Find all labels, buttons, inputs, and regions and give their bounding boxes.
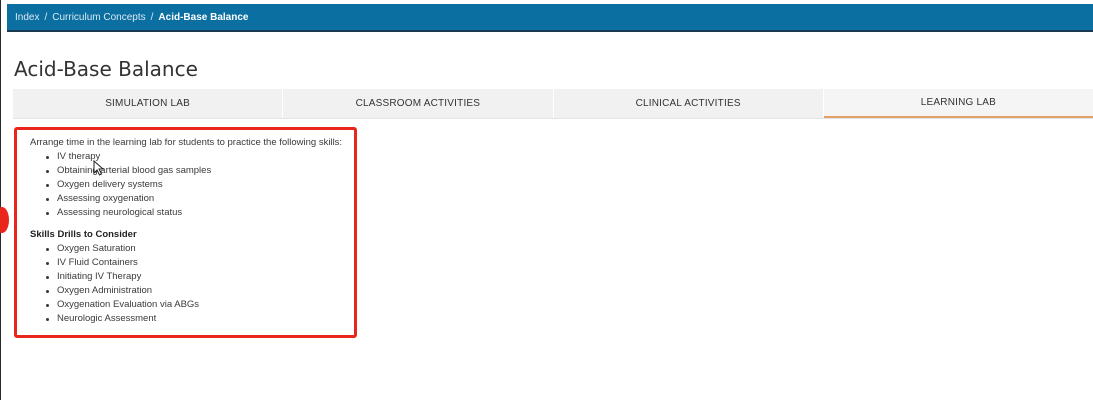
tab-classroom-activities[interactable]: CLASSROOM ACTIVITIES <box>283 89 554 118</box>
list-item: Assessing oxygenation <box>46 192 354 206</box>
list-item: Assessing neurological status <box>46 206 354 220</box>
list-item: Neurologic Assessment <box>46 312 354 326</box>
tab-learning-lab[interactable]: LEARNING LAB <box>823 89 1093 118</box>
breadcrumb-current: Acid-Base Balance <box>158 11 249 23</box>
drills-heading: Skills Drills to Consider <box>30 229 137 240</box>
list-item: Oxygen Administration <box>46 284 354 298</box>
intro-text: Arrange time in the learning lab for stu… <box>30 137 343 148</box>
breadcrumb: Index / Curriculum Concepts / Acid-Base … <box>7 4 1093 32</box>
breadcrumb-index[interactable]: Index <box>15 12 39 23</box>
page: Index / Curriculum Concepts / Acid-Base … <box>0 0 1093 400</box>
drills-list: Oxygen Saturation IV Fluid Containers In… <box>30 242 354 326</box>
learning-lab-content: Arrange time in the learning lab for stu… <box>14 127 357 338</box>
list-item: Oxygen delivery systems <box>46 178 354 192</box>
tab-simulation-lab[interactable]: SIMULATION LAB <box>13 89 284 118</box>
page-title: Acid-Base Balance <box>14 57 198 81</box>
list-item: Initiating IV Therapy <box>46 270 354 284</box>
list-item: Oxygen Saturation <box>46 242 354 256</box>
tab-clinical-activities[interactable]: CLINICAL ACTIVITIES <box>554 89 824 118</box>
breadcrumb-curriculum-concepts[interactable]: Curriculum Concepts <box>52 12 145 23</box>
list-item: IV Fluid Containers <box>46 256 354 270</box>
tab-bar: SIMULATION LAB CLASSROOM ACTIVITIES CLIN… <box>13 89 1093 119</box>
skills-list: IV therapy Obtaining arterial blood gas … <box>30 150 354 220</box>
mouse-pointer-icon <box>93 160 105 176</box>
list-item: Oxygenation Evaluation via ABGs <box>46 298 354 312</box>
breadcrumb-separator: / <box>150 11 154 23</box>
breadcrumb-separator: / <box>44 11 48 23</box>
annotation-marker <box>0 207 9 233</box>
